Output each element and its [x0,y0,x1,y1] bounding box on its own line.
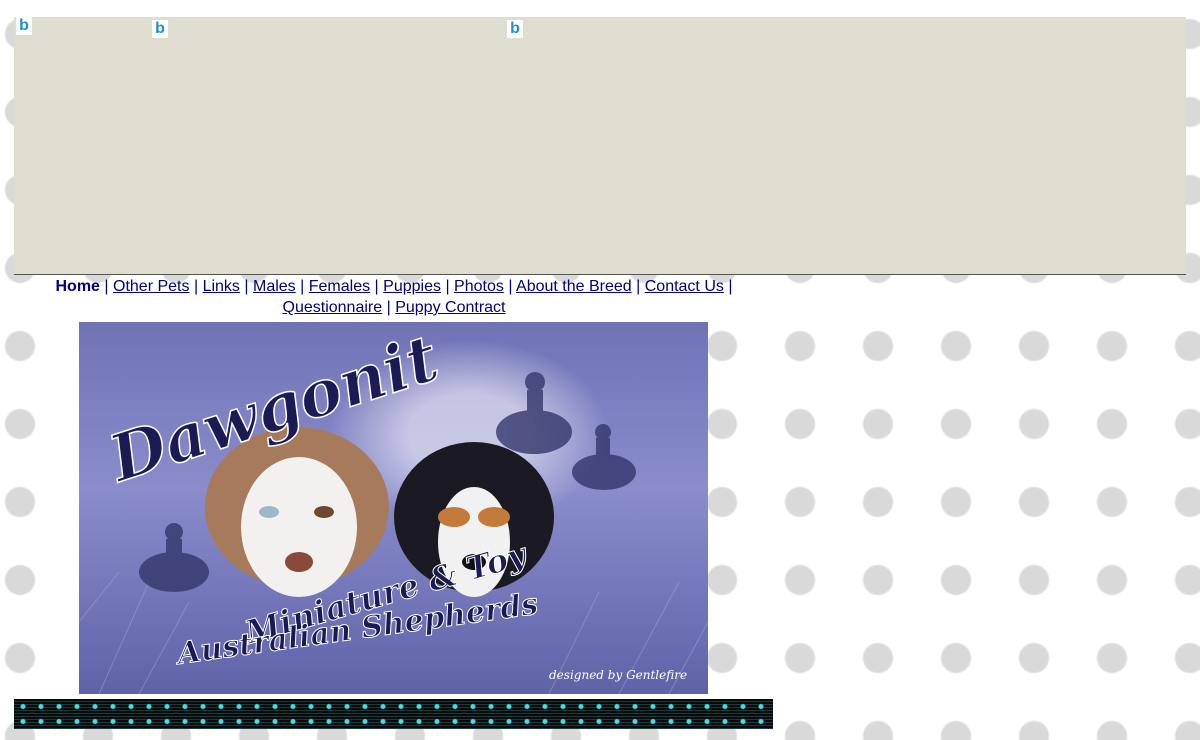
nav-separator: | [636,278,641,295]
nav-separator: | [445,278,450,295]
nav-separator: | [728,278,733,295]
bing-icon[interactable]: b [16,17,32,35]
ad-banner[interactable]: b b b [14,17,1186,275]
nav-link-other-pets[interactable]: Other Pets [113,278,189,295]
banner-credit: designed by Gentlefire [549,668,687,682]
nav-link-males[interactable]: Males [253,278,296,295]
nav-separator: | [193,278,199,295]
nav-link-puppies[interactable]: Puppies [383,278,441,295]
nav-link-puppy-contract[interactable]: Puppy Contract [395,299,505,316]
nav-separator: | [104,278,109,295]
nav-separator: | [508,278,513,295]
nav-separator: | [386,299,391,316]
nav-link-females[interactable]: Females [309,278,370,295]
nav-separator: | [374,278,379,295]
nav-link-photos[interactable]: Photos [454,278,504,295]
bing-icon[interactable]: b [507,20,523,38]
nav-link-about-breed[interactable]: About the Breed [516,278,632,295]
nav-link-questionnaire[interactable]: Questionnaire [283,299,383,316]
nav-home[interactable]: Home [56,278,100,295]
main-navigation: Home | Other Pets | Links | Males | Fema… [40,276,748,318]
bing-icon[interactable]: b [152,20,168,38]
nav-separator: | [244,278,249,295]
nav-link-contact-us[interactable]: Contact Us [645,278,724,295]
kennel-banner-image: Dawgonit Miniature & Toy Australian Shep… [79,322,708,694]
nav-separator: | [300,278,305,295]
nav-link-links[interactable]: Links [203,278,240,295]
decorative-divider [14,699,773,729]
